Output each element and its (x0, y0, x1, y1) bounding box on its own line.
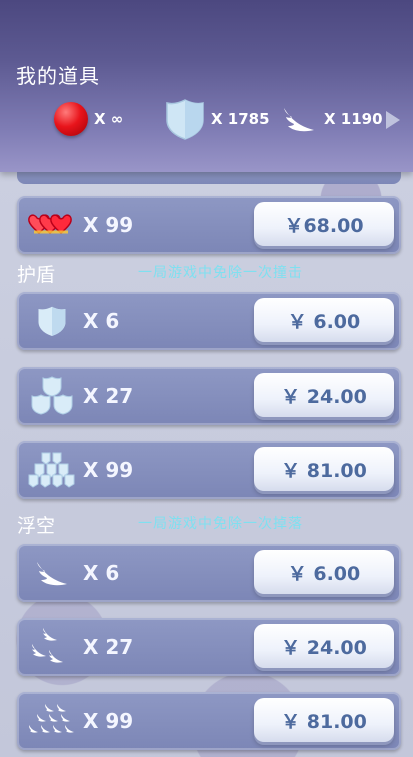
shop-item-shield-6: X 6 ￥ 6.00 (17, 292, 401, 350)
shop-item-shield-27: X 27 ￥ 24.00 (17, 367, 401, 425)
buy-button[interactable]: ￥ 81.00 (254, 698, 394, 742)
shield-stack-icon (27, 376, 77, 415)
buy-button[interactable]: ￥ 81.00 (254, 447, 394, 491)
shield-pile-icon (27, 451, 77, 489)
shield-count: X 1785 (211, 110, 270, 128)
item-quantity: X 27 (83, 635, 134, 659)
shield-icon (27, 302, 77, 340)
section-desc-float: 一局游戏中免除一次掉落 (138, 516, 303, 532)
buy-button[interactable]: ￥ 24.00 (254, 624, 394, 668)
buy-button[interactable]: ￥ 24.00 (254, 373, 394, 417)
shop-item-shield-99: X 99 ￥ 81.00 (17, 441, 401, 499)
section-desc-shield: 一局游戏中免除一次撞击 (138, 265, 303, 281)
item-quantity: X 27 (83, 384, 134, 408)
buy-button[interactable]: ￥ 6.00 (254, 550, 394, 594)
red-ball-icon (54, 102, 88, 136)
buy-button[interactable]: ￥68.00 (254, 202, 394, 246)
scroll-right-arrow-icon[interactable] (386, 111, 400, 129)
wing-icon (284, 108, 314, 132)
wing-icon (27, 554, 77, 592)
item-quantity: X 6 (83, 561, 120, 585)
section-title-float: 浮空 (17, 515, 56, 537)
resource-shields: X 1785 (165, 97, 270, 141)
shop-item-hearts: X 99 ￥68.00 (17, 196, 401, 254)
item-quantity: X 99 (83, 213, 134, 237)
wing-group-icon (27, 628, 77, 666)
buy-button[interactable]: ￥ 6.00 (254, 298, 394, 342)
item-quantity: X 99 (83, 709, 134, 733)
shop-item-wing-6: X 6 ￥ 6.00 (17, 544, 401, 602)
item-quantity: X 99 (83, 458, 134, 482)
inventory-header: 我的道具 X ∞ X 1785 X 1190 (0, 0, 413, 172)
previous-card-edge (17, 172, 401, 184)
item-quantity: X 6 (83, 309, 120, 333)
shop-item-wing-99: X 99 ￥ 81.00 (17, 692, 401, 750)
wing-pile-icon (27, 702, 77, 740)
hearts-icon (27, 206, 77, 244)
shop-list[interactable]: X 99 ￥68.00 护盾 一局游戏中免除一次撞击 X 6 ￥ 6.00 X … (0, 172, 413, 757)
page-title: 我的道具 (16, 64, 100, 88)
resource-balls: X ∞ (54, 102, 124, 136)
section-title-shield: 护盾 (17, 264, 56, 286)
wing-count: X 1190 (324, 110, 383, 128)
shop-item-wing-27: X 27 ￥ 24.00 (17, 618, 401, 676)
ball-count: X ∞ (94, 110, 124, 128)
shield-icon (166, 99, 204, 140)
resource-wings: X 1190 (282, 101, 383, 137)
